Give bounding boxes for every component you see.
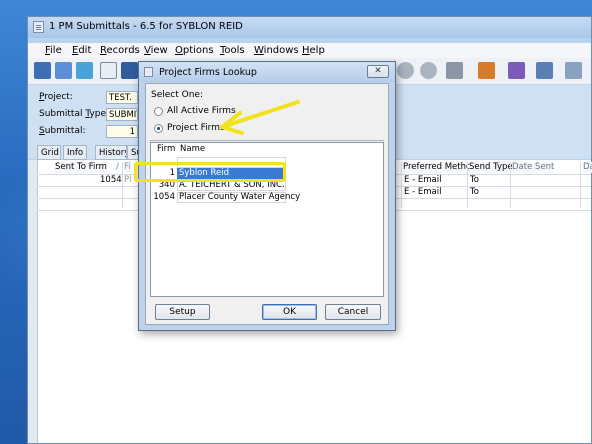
cancel-button[interactable]: Cancel [325, 304, 381, 320]
attach-icon[interactable] [446, 62, 463, 79]
menu-view[interactable]: View [144, 45, 168, 56]
dialog-icon [144, 67, 153, 77]
col-date-sent[interactable]: Date Sent [512, 162, 555, 173]
col-sort-indicator: / [116, 162, 119, 173]
menu-file[interactable]: File [45, 45, 62, 56]
col-da[interactable]: Da [583, 162, 592, 173]
submittal-number-field[interactable]: 1 [106, 125, 138, 138]
close-icon[interactable]: ✕ [367, 65, 389, 78]
new-document-icon[interactable] [100, 62, 117, 79]
table-row-method[interactable]: E - Email [404, 187, 441, 198]
list-item[interactable]: 1054 Placer County Water Agency [151, 192, 383, 204]
project-field[interactable]: TEST. [106, 91, 138, 104]
project-label: Project: [39, 92, 73, 102]
radio-icon[interactable] [154, 107, 163, 116]
dialog-title: Project Firms Lookup [159, 67, 257, 78]
highlight-box [134, 162, 286, 182]
table-row-method[interactable]: E - Email [404, 175, 441, 186]
col-sent-to-firm[interactable]: Sent To Firm [55, 162, 107, 173]
col-firm[interactable]: Firm [157, 144, 175, 155]
pencil-icon[interactable] [536, 62, 553, 79]
submittal-type-field[interactable]: SUBMIT [106, 108, 138, 121]
menu-bar: File Edit Records View Options Tools Win… [28, 43, 591, 58]
title-bar[interactable]: 1 PM Submittals - 6.5 for SYBLON REID [28, 17, 591, 38]
arrow-icon [220, 100, 300, 135]
submittal-type-label: Submittal Type: [39, 109, 110, 119]
select-one-label: Select One: [151, 90, 203, 100]
col-preferred-method[interactable]: Preferred Method [403, 162, 477, 173]
tab-grid[interactable]: Grid [37, 145, 61, 160]
menu-windows[interactable]: Windows [254, 45, 299, 56]
app-icon [33, 21, 44, 33]
back-arrow-icon[interactable] [397, 62, 414, 79]
edit-form-icon[interactable] [34, 62, 51, 79]
link-icon[interactable] [55, 62, 72, 79]
col-name[interactable]: Name [180, 144, 205, 155]
forward-arrow-icon[interactable] [420, 62, 437, 79]
table-row-firm[interactable]: 1054 [100, 175, 122, 186]
menu-tools[interactable]: Tools [220, 45, 245, 56]
grid-row-selector [28, 160, 38, 443]
checklist-icon[interactable] [508, 62, 525, 79]
database-icon[interactable] [76, 62, 93, 79]
radio-selected-icon[interactable] [154, 124, 163, 133]
col-fi[interactable]: Fi [124, 162, 131, 173]
table-row-fi[interactable]: Pl [124, 175, 132, 186]
save-icon[interactable] [121, 62, 138, 79]
divider [150, 140, 384, 141]
tab-info[interactable]: Info [63, 145, 87, 160]
search-tool-icon[interactable] [565, 62, 582, 79]
window-title: 1 PM Submittals - 6.5 for SYBLON REID [49, 21, 243, 32]
submittal-label: Submittal: [39, 126, 86, 136]
col-send-type[interactable]: Send Type [469, 162, 513, 173]
menu-options[interactable]: Options [175, 45, 214, 56]
people-icon[interactable] [478, 62, 495, 79]
tab-history[interactable]: History [95, 145, 127, 160]
dialog-title-bar[interactable]: Project Firms Lookup ✕ [139, 62, 395, 82]
menu-records[interactable]: Records [100, 45, 140, 56]
menu-edit[interactable]: Edit [72, 45, 91, 56]
menu-help[interactable]: Help [302, 45, 325, 56]
ok-button[interactable]: OK [262, 304, 317, 320]
table-row-send-type[interactable]: To [470, 187, 479, 198]
table-row-send-type[interactable]: To [470, 175, 479, 186]
setup-button[interactable]: Setup [155, 304, 210, 320]
